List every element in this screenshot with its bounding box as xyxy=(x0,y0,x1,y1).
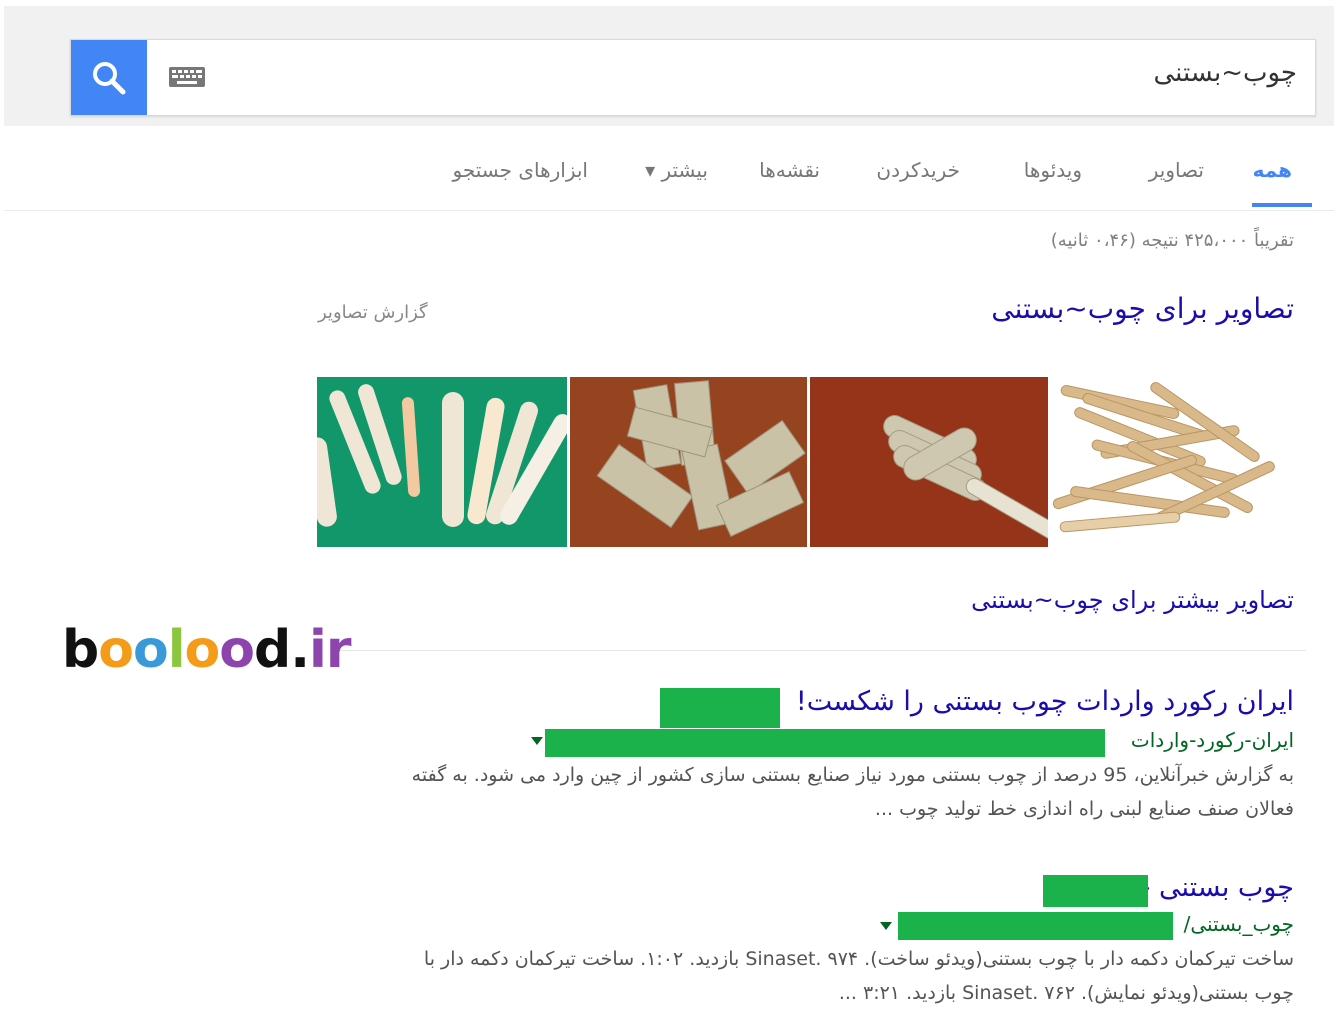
tab-search-tools[interactable]: ابزارهای جستجو xyxy=(452,158,588,182)
tab-shopping[interactable]: خریدکردن xyxy=(876,158,960,182)
result-title[interactable]: چوب بستنی - xyxy=(1141,872,1294,903)
tab-images[interactable]: تصاویر xyxy=(1149,158,1204,182)
tab-all[interactable]: همه xyxy=(1253,158,1292,182)
result-snippet: چوب بستنی(ویدئو نمایش). ۷۶۲ .Sinaset باز… xyxy=(838,982,1294,1004)
result-snippet: به گزارش خبرآنلاین، 95 درصد از چوب بستنی… xyxy=(411,764,1294,786)
result-url: چوب_بستنی/ xyxy=(1183,912,1294,936)
divider xyxy=(330,650,1306,651)
tab-more[interactable]: بیشتر ▾ xyxy=(645,158,708,182)
image-thumbnail[interactable] xyxy=(1050,377,1296,547)
result-snippet: فعالان صنف صنایع لبنی راه اندازی خط تولی… xyxy=(874,798,1294,820)
result-title[interactable]: ایران رکورد واردات چوب بستنی را شکست! xyxy=(796,686,1294,717)
search-input[interactable]: چوب~بستنی xyxy=(1153,58,1297,88)
image-thumbnail[interactable] xyxy=(570,377,807,547)
redaction-block xyxy=(1043,875,1148,907)
tab-videos[interactable]: ویدئوها xyxy=(1024,158,1082,182)
report-images-link[interactable]: گزارش تصاویر xyxy=(318,302,428,323)
image-thumbnail[interactable] xyxy=(810,377,1048,547)
redaction-block xyxy=(660,688,780,728)
redaction-block xyxy=(545,729,1105,757)
active-tab-indicator xyxy=(1252,203,1312,207)
more-images-link[interactable]: تصاویر بیشتر برای چوب~بستنی xyxy=(971,586,1294,614)
redaction-block xyxy=(898,912,1173,940)
search-box[interactable]: چوب~بستنی xyxy=(70,39,1316,116)
dropdown-arrow-icon[interactable] xyxy=(880,922,892,930)
search-tabs: همه تصاویر ویدئوها خریدکردن نقشه‌ها بیشت… xyxy=(4,128,1334,211)
search-bar-area: چوب~بستنی xyxy=(4,6,1334,126)
result-snippet: ساخت تیرکمان دکمه دار با چوب بستنی(ویدئو… xyxy=(423,948,1294,970)
image-thumbnail[interactable] xyxy=(317,377,567,547)
search-button[interactable] xyxy=(71,40,147,115)
keyboard-icon[interactable] xyxy=(169,67,205,87)
result-url: ایران-رکورد-واردات xyxy=(1130,728,1294,752)
dropdown-arrow-icon[interactable] xyxy=(531,737,543,745)
tab-maps[interactable]: نقشه‌ها xyxy=(759,158,820,182)
result-stats: تقریباً ۴۲۵،۰۰۰ نتیجه (۰،۴۶ ثانیه) xyxy=(1050,230,1294,251)
watermark-logo: boolood.ir xyxy=(62,620,351,680)
search-icon xyxy=(93,61,126,94)
images-section-title[interactable]: تصاویر برای چوب~بستنی xyxy=(991,292,1294,325)
